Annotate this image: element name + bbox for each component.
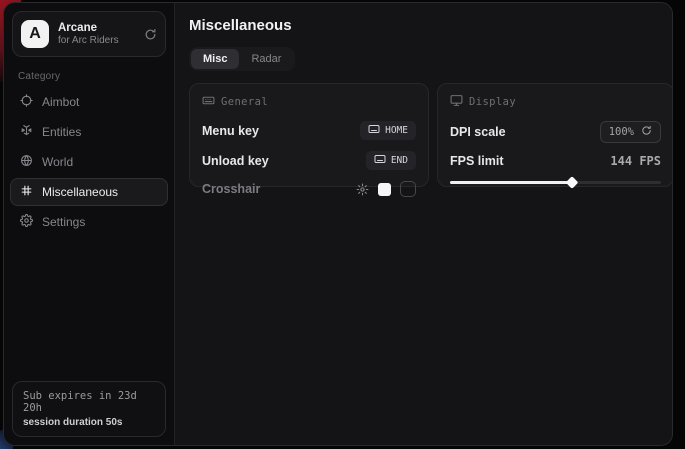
boxes-icon — [20, 124, 33, 140]
category-label: Category — [18, 71, 174, 82]
general-card-title: General — [221, 96, 268, 108]
page-title: Miscellaneous — [189, 17, 673, 34]
tab-bar: Misc Radar — [189, 47, 295, 71]
refresh-icon[interactable] — [144, 28, 157, 41]
sidebar-item-entities[interactable]: Entities — [10, 118, 168, 146]
keyboard-icon — [202, 94, 215, 110]
brand-logo: A — [21, 20, 49, 48]
gear-icon — [20, 214, 33, 230]
keyboard-icon — [368, 124, 380, 137]
sidebar-item-label: Entities — [42, 125, 81, 139]
sidebar: A Arcane for Arc Riders Category Aimbot — [4, 3, 175, 445]
menu-key-label: Menu key — [202, 124, 259, 138]
fps-limit-value: 144 FPS — [610, 154, 661, 168]
grid-icon — [20, 184, 33, 200]
subscription-card: Sub expires in 23d 20h session duration … — [12, 381, 166, 437]
sidebar-item-label: World — [42, 155, 73, 169]
crosshair-row: Crosshair — [202, 181, 416, 197]
fps-slider-thumb[interactable] — [566, 176, 579, 189]
cards-row: General Menu key HOME Unload key — [189, 83, 673, 187]
menu-key-row: Menu key HOME — [202, 121, 416, 140]
sidebar-item-label: Aimbot — [42, 95, 79, 109]
crosshair-color-swatch[interactable] — [378, 183, 391, 196]
unload-key-bind-button[interactable]: END — [366, 151, 416, 170]
dpi-scale-selector[interactable]: 100% — [600, 121, 661, 143]
sidebar-item-world[interactable]: World — [10, 148, 168, 176]
tab-misc[interactable]: Misc — [191, 49, 239, 69]
cheat-menu-window: A Arcane for Arc Riders Category Aimbot — [3, 2, 673, 446]
general-card: General Menu key HOME Unload key — [189, 83, 429, 187]
sidebar-item-label: Miscellaneous — [42, 185, 118, 199]
dpi-scale-row: DPI scale 100% — [450, 121, 661, 143]
sidebar-item-settings[interactable]: Settings — [10, 208, 168, 236]
monitor-icon — [450, 94, 463, 110]
display-card: Display DPI scale 100% FPS limit 144 F — [437, 83, 673, 187]
cycle-icon — [641, 125, 652, 139]
sidebar-nav: Aimbot Entities World — [4, 88, 174, 236]
fps-slider-fill — [450, 181, 572, 184]
crosshair-icon — [20, 94, 33, 110]
brand-subtitle: for Arc Riders — [58, 35, 135, 48]
crosshair-checkbox[interactable] — [400, 181, 416, 197]
display-card-title: Display — [469, 96, 516, 108]
brand-name: Arcane — [58, 21, 135, 35]
crosshair-settings-gear-icon[interactable] — [356, 183, 369, 196]
fps-limit-slider[interactable] — [450, 176, 661, 188]
fps-limit-label: FPS limit — [450, 154, 503, 168]
session-duration-text: session duration 50s — [23, 417, 155, 428]
menu-key-bind-button[interactable]: HOME — [360, 121, 416, 140]
sidebar-item-miscellaneous[interactable]: Miscellaneous — [10, 178, 168, 206]
main-panel: Miscellaneous Misc Radar General Menu ke… — [175, 3, 673, 445]
tab-radar[interactable]: Radar — [239, 49, 293, 69]
unload-key-label: Unload key — [202, 154, 269, 168]
dpi-scale-value: 100% — [609, 126, 634, 138]
dpi-scale-label: DPI scale — [450, 125, 506, 139]
sidebar-item-aimbot[interactable]: Aimbot — [10, 88, 168, 116]
sidebar-item-label: Settings — [42, 215, 85, 229]
globe-icon — [20, 154, 33, 170]
crosshair-label: Crosshair — [202, 182, 260, 196]
unload-key-row: Unload key END — [202, 151, 416, 170]
keyboard-icon — [374, 154, 386, 167]
sub-expires-text: Sub expires in 23d 20h — [23, 390, 155, 414]
fps-limit-row: FPS limit 144 FPS — [450, 154, 661, 168]
brand-card: A Arcane for Arc Riders — [12, 11, 166, 57]
